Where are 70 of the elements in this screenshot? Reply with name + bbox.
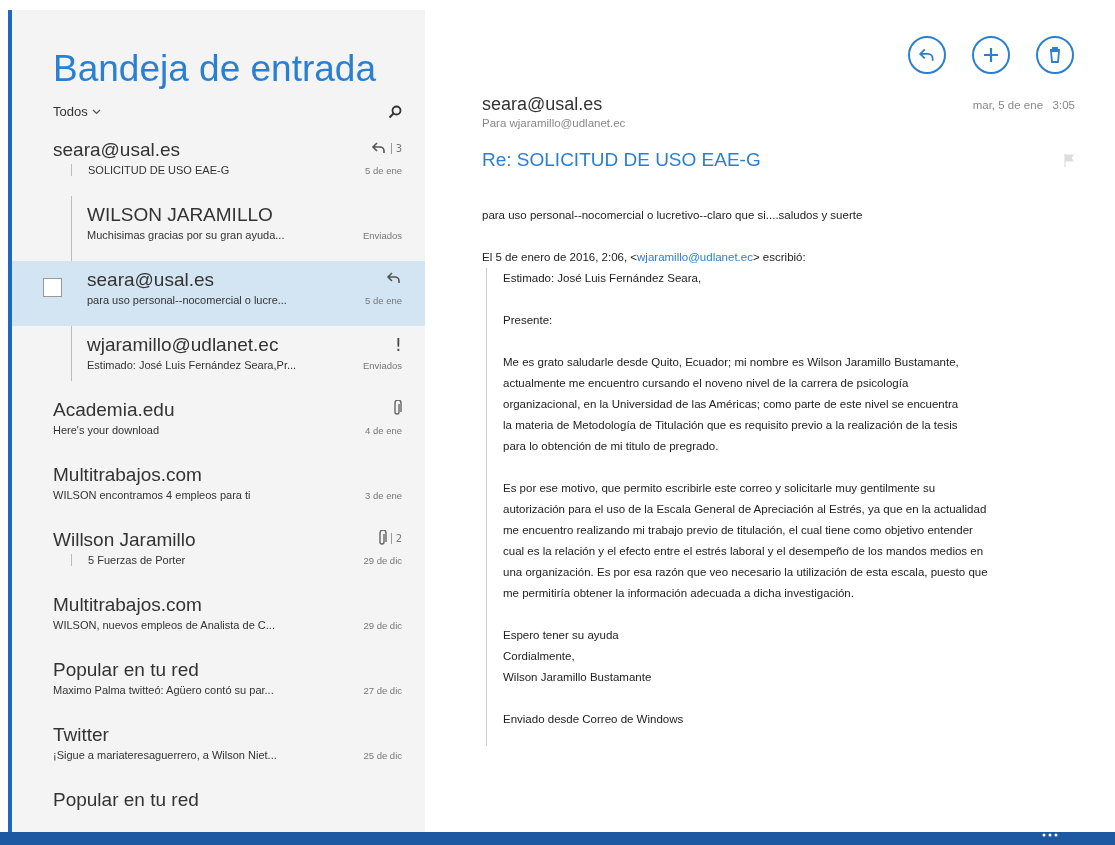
sender-address: seara@usal.es	[482, 94, 604, 115]
message-item[interactable]: Popular en tu red Maximo Palma twitteó: Agüero contó su par... 27 de dic	[12, 651, 425, 716]
email-link[interactable]: wjaramillo@udlanet.ec	[637, 251, 753, 263]
sender-name: Multitrabajos.com	[53, 594, 202, 616]
message-item[interactable]: Multitrabajos.com WILSON, nuevos empleos de Analista de C... 29 de dic	[12, 586, 425, 651]
sender-name: seara@usal.es	[53, 139, 181, 161]
message-item[interactable]: wjaramillo@udlanet.ec ! Estimado: José Luis Fernández Seara,Pr... Enviados	[12, 326, 425, 391]
message-subject-title: Re: SOLICITUD DE USO EAE-G	[482, 149, 761, 171]
sender-name: seara@usal.es	[87, 269, 215, 291]
quoted-paragraph: Enviado desde Correo de Windows	[503, 712, 685, 727]
reply-icon	[918, 46, 936, 64]
quoted-paragraph: Presente:	[503, 313, 554, 328]
message-date: 3 de ene	[365, 490, 402, 501]
message-item[interactable]: Popular en tu red	[12, 781, 425, 831]
message-subject: para uso personal--nocomercial o lucre...	[87, 294, 287, 306]
sender-name: Willson Jaramillo	[53, 529, 196, 551]
new-button[interactable]	[972, 36, 1010, 74]
message-subject: ¡Sigue a mariateresaguerrero, a Wilson Niet...	[53, 749, 277, 761]
checkbox[interactable]	[43, 278, 62, 297]
quoted-paragraph: Estimado: José Luis Fernández Seara,	[503, 271, 703, 286]
message-date: Enviados	[362, 230, 402, 241]
quoted-paragraph: Espero tener su ayuda Cordialmente, Wilson Jaramillo Bustamante	[503, 628, 653, 685]
sender-name: wjaramillo@udlanet.ec	[87, 334, 279, 356]
message-subject: Estimado: José Luis Fernández Seara,Pr...	[87, 359, 297, 371]
search-icon[interactable]	[388, 104, 402, 119]
message-item[interactable]: Multitrabajos.com WILSON encontramos 4 empleos para ti 3 de ene	[12, 456, 425, 521]
sender-name: Academia.edu	[53, 399, 175, 421]
reply-text: para uso personal--nocomercial o lucretivo--claro que si....saludos y suerte	[482, 208, 864, 223]
message-item[interactable]: Academia.edu Here's your download 4 de ene	[12, 391, 425, 456]
recipient-line: Para wjaramillo@udlanet.ec	[482, 117, 626, 129]
message-date: Enviados	[362, 360, 402, 371]
message-date: 25 de dic	[363, 750, 402, 761]
message-item[interactable]: seara@usal.es para uso personal--nocomercial o lucre... 5 de ene	[12, 261, 425, 326]
sender-name: Popular en tu red	[53, 659, 199, 681]
message-date: 5 de ene	[365, 295, 402, 306]
message-date: 4 de ene	[365, 425, 402, 436]
message-subject: Muchisimas gracias por su gran ayuda...	[87, 229, 285, 241]
folder-title: Bandeja de entrada	[53, 48, 377, 90]
plus-icon	[982, 46, 1000, 64]
message-subject: 5 Fuerzas de Porter	[88, 554, 186, 566]
message-item[interactable]: seara@usal.es 3 SOLICITUD DE USO EAE-G 5 de ene	[12, 131, 425, 196]
importance-mark: !	[394, 334, 402, 355]
quote-header: El 5 de enero de 2016, 2:06, <wjaramillo@udlanet.ec> escribió:	[482, 250, 807, 265]
reply-button[interactable]	[908, 36, 946, 74]
filter-dropdown[interactable]: Todos	[53, 104, 101, 119]
message-count: 2	[390, 532, 402, 544]
message-subject: WILSON, nuevos empleos de Analista de C...	[53, 619, 275, 631]
sender-name: Twitter	[53, 724, 109, 746]
chevron-icon	[91, 108, 101, 115]
sender-name: Popular en tu red	[53, 789, 199, 811]
sender-name: Multitrabajos.com	[53, 464, 202, 486]
message-date: 27 de dic	[363, 685, 402, 696]
message-item[interactable]: Twitter ¡Sigue a mariateresaguerrero, a Wilson Niet... 25 de dic	[12, 716, 425, 781]
more-icon[interactable]	[1041, 832, 1059, 838]
quoted-paragraph: Me es grato saludarle desde Quito, Ecuador; mi nombre es Wilson Jaramillo Bustamante, actualmente me encuentro cursando el noveno nivel de la carrera de psicología organizacional, en la Universidad de las Américas; como parte de este nivel se encuentra la materia de Metodología de Titulación que es requisito previo a la realización de la tesis para lo obtención de mi titulo de pregrado.	[503, 355, 960, 454]
message-subject: Here's your download	[53, 424, 160, 436]
quoted-paragraph: Es por ese motivo, que permito escribirle este correo y solicitarle muy gentilmente su autorización para el uso de la Escala General de Apreciación al Estrés, ya que en la actualidad me encuentro realizando mi trabajo previo de titulación, el cual tiene como objetivo entender cual es la relación y el efecto entre el estrés laboral y el desempeño de los mandos medios en una organización. Es por esa razón que veo necesario la utilización de esta escala, puesto que me permitiría obtener la información adecuada a dicha investigación.	[503, 481, 989, 601]
message-subject: Maximo Palma twitteó: Agüero contó su par...	[53, 684, 274, 696]
message-count: 3	[390, 142, 402, 154]
message-item[interactable]: Willson Jaramillo 2 5 Fuerzas de Porter 29 de dic	[12, 521, 425, 586]
message-date: 29 de dic	[363, 620, 402, 631]
message-subject: SOLICITUD DE USO EAE-G	[88, 164, 230, 176]
message-date: 5 de ene	[365, 165, 402, 176]
message-item[interactable]: WILSON JARAMILLO Muchisimas gracias por su gran ayuda... Enviados	[12, 196, 425, 261]
trash-icon	[1049, 47, 1061, 63]
sender-name: WILSON JARAMILLO	[87, 204, 273, 226]
message-subject: WILSON encontramos 4 empleos para ti	[53, 489, 251, 501]
delete-button[interactable]	[1036, 36, 1074, 74]
message-date: 29 de dic	[363, 555, 402, 566]
message-timestamp: mar, 5 de ene 3:05	[972, 99, 1075, 113]
